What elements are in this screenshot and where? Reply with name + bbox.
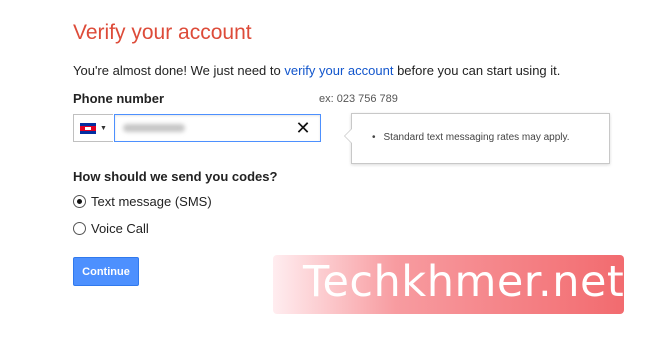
radio-option-sms[interactable]: Text message (SMS) (73, 194, 212, 209)
sms-rates-tooltip: • Standard text messaging rates may apply… (344, 113, 610, 164)
tooltip-text: • Standard text messaging rates may apply… (372, 132, 570, 143)
intro-text-before: You're almost done! We just need to (73, 63, 285, 78)
continue-button[interactable]: Continue (73, 257, 139, 286)
phone-number-label: Phone number (73, 91, 165, 106)
tooltip-bullet: • (372, 132, 376, 143)
phone-example-hint: ex: 023 756 789 (319, 93, 398, 105)
close-icon[interactable]: ✕ (294, 118, 312, 138)
country-code-dropdown[interactable]: ▼ (73, 114, 113, 142)
radio-button-sms[interactable] (73, 195, 86, 208)
intro-text: You're almost done! We just need to veri… (73, 63, 560, 78)
dropdown-caret-icon: ▼ (100, 124, 107, 132)
redacted-phone-number (123, 124, 185, 132)
radio-label-voice-call: Voice Call (91, 221, 149, 236)
intro-text-after: before you can start using it. (393, 63, 561, 78)
delivery-method-question: How should we send you codes? (73, 169, 278, 184)
page-title: Verify your account (73, 21, 252, 44)
phone-number-field[interactable]: ✕ (114, 114, 321, 142)
tooltip-message: Standard text messaging rates may apply. (383, 132, 570, 143)
cambodia-flag-icon (80, 122, 97, 134)
verify-account-link[interactable]: verify your account (284, 63, 393, 78)
watermark-text: Techkhmer.net (303, 257, 625, 307)
watermark-banner: Techkhmer.net (273, 255, 624, 314)
radio-label-sms: Text message (SMS) (91, 194, 212, 209)
radio-option-voice-call[interactable]: Voice Call (73, 221, 149, 236)
radio-button-voice-call[interactable] (73, 222, 86, 235)
